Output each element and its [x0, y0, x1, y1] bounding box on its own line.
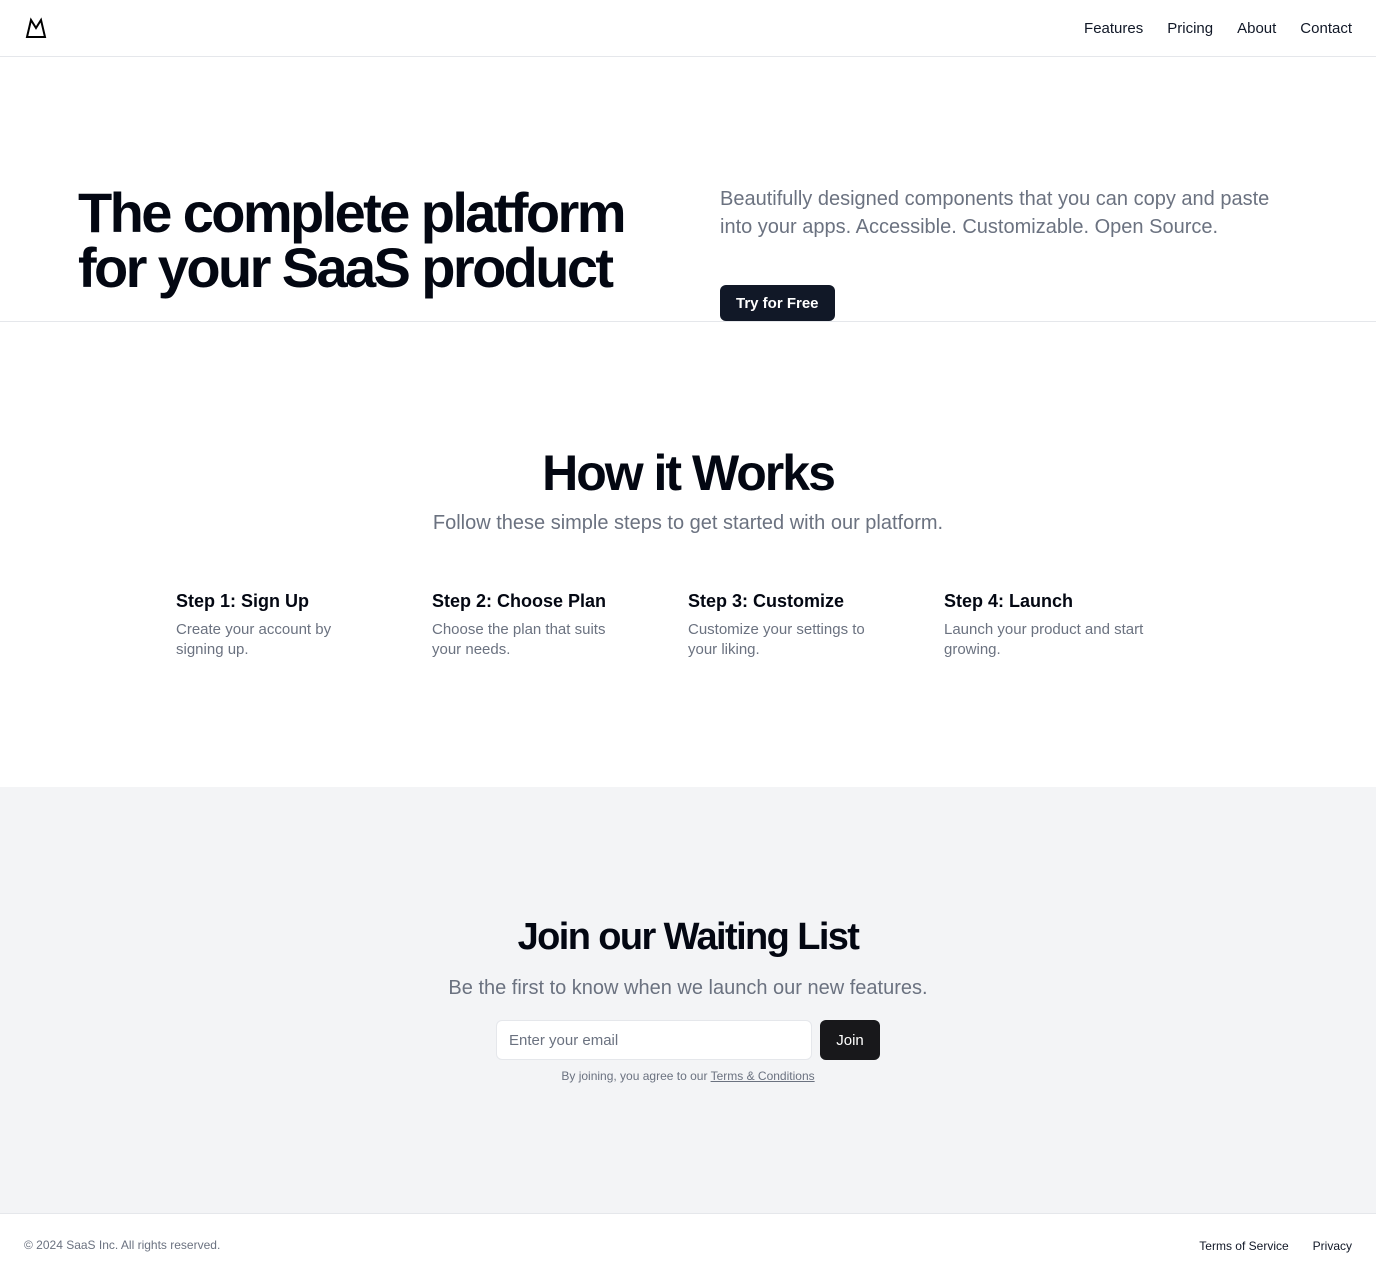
join-button[interactable]: Join — [820, 1020, 880, 1060]
site-header: Features Pricing About Contact — [0, 0, 1376, 57]
waitlist-form: Join — [496, 1020, 880, 1060]
step-title: Step 3: Customize — [688, 591, 845, 611]
nav-features-link[interactable]: Features — [1084, 20, 1143, 37]
step-description: Choose the plan that suits your needs. — [432, 621, 606, 658]
nav-about-link[interactable]: About — [1237, 20, 1276, 37]
privacy-link[interactable]: Privacy — [1313, 1239, 1352, 1253]
step-card: Step 2: Choose Plan Choose the plan that… — [432, 588, 688, 660]
step-card: Step 3: Customize Customize your setting… — [688, 588, 944, 660]
mountain-icon — [25, 17, 47, 38]
site-footer: © 2024 SaaS Inc. All rights reserved. Te… — [0, 1213, 1376, 1277]
terms-notice: By joining, you agree to our Terms & Con… — [0, 1068, 1376, 1084]
step-description: Launch your product and start growing. — [944, 621, 1144, 658]
how-it-works-subtitle: Follow these simple steps to get started… — [432, 512, 944, 534]
terms-of-service-link[interactable]: Terms of Service — [1199, 1239, 1288, 1253]
email-input[interactable] — [496, 1020, 812, 1060]
how-it-works-section: How it Works Follow these simple steps t… — [0, 322, 1376, 787]
main-nav: Features Pricing About Contact — [1084, 0, 1352, 56]
waitlist-section: Join our Waiting List Be the first to kn… — [0, 787, 1376, 1213]
hero-title: The complete platform for your SaaS prod… — [78, 181, 627, 299]
step-title: Step 4: Launch — [944, 591, 1074, 611]
nav-contact-link[interactable]: Contact — [1300, 20, 1352, 37]
step-title: Step 1: Sign Up — [176, 591, 310, 611]
try-for-free-button[interactable]: Try for Free — [720, 285, 835, 321]
steps-list: Step 1: Sign Up Create your account by s… — [176, 588, 1200, 660]
step-description: Customize your settings to your liking. — [688, 621, 865, 658]
step-card: Step 4: Launch Launch your product and s… — [944, 588, 1200, 660]
step-card: Step 1: Sign Up Create your account by s… — [176, 588, 432, 660]
waitlist-title: Join our Waiting List — [517, 916, 860, 958]
step-description: Create your account by signing up. — [176, 621, 332, 658]
nav-pricing-link[interactable]: Pricing — [1167, 20, 1213, 37]
hero-description: Beautifully designed components that you… — [720, 188, 1270, 238]
copyright-text: © 2024 SaaS Inc. All rights reserved. — [24, 1238, 221, 1252]
terms-conditions-link[interactable]: Terms & Conditions — [711, 1069, 815, 1083]
how-it-works-title: How it Works — [542, 445, 836, 501]
waitlist-subtitle: Be the first to know when we launch our … — [448, 977, 928, 999]
footer-nav: Terms of Service Privacy — [1199, 1214, 1352, 1277]
hero-section: The complete platform for your SaaS prod… — [0, 57, 1376, 322]
terms-prefix: By joining, you agree to our — [561, 1069, 708, 1083]
step-title: Step 2: Choose Plan — [432, 591, 607, 611]
